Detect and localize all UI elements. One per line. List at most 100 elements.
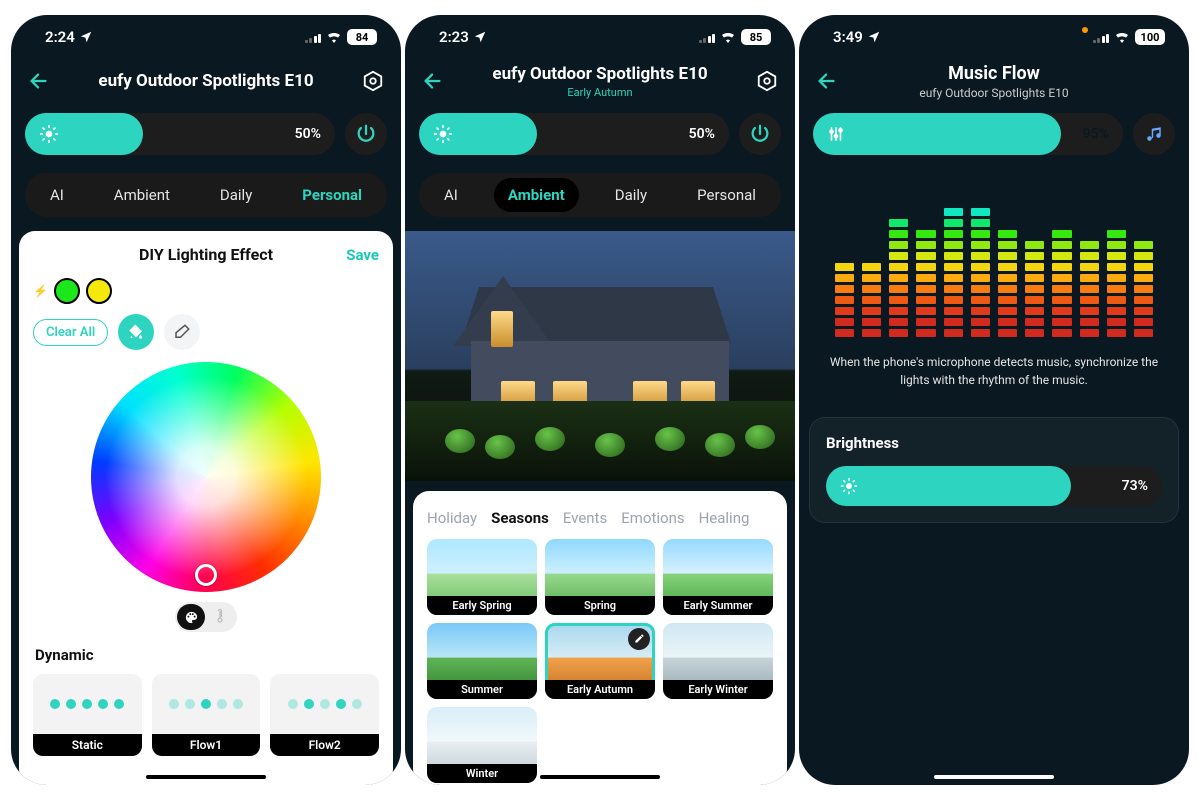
status-bar: 3:49 100 — [799, 15, 1189, 59]
arrow-left-icon — [422, 70, 444, 92]
dynamic-label: Flow2 — [270, 734, 379, 756]
tab-ai[interactable]: AI — [430, 178, 472, 212]
color-handle[interactable] — [195, 564, 217, 586]
tab-ambient[interactable]: Ambient — [100, 178, 184, 212]
eq-bar — [1052, 230, 1071, 337]
dynamic-static[interactable]: Static — [33, 674, 142, 756]
preset-tab-seasons[interactable]: Seasons — [491, 509, 549, 527]
preset-winter[interactable]: Winter — [427, 707, 537, 783]
brightness-value: 50% — [295, 126, 321, 142]
home-indicator[interactable] — [146, 775, 266, 779]
preset-early-spring[interactable]: Early Spring — [427, 539, 537, 615]
tab-daily[interactable]: Daily — [601, 178, 661, 212]
tab-ai[interactable]: AI — [36, 178, 78, 212]
power-icon — [749, 123, 771, 145]
sliders-icon — [827, 125, 845, 143]
preset-tab-emotions[interactable]: Emotions — [621, 509, 684, 527]
brightness-card: Brightness 73% — [809, 417, 1179, 523]
mode-tabs: AI Ambient Daily Personal — [25, 173, 387, 217]
status-bar: 2:24 84 — [11, 15, 401, 59]
brightness-slider[interactable]: 50% — [419, 113, 729, 155]
color-swatch-green[interactable] — [54, 278, 80, 304]
paint-tool[interactable] — [118, 314, 154, 350]
brightness-row: 50% — [405, 103, 795, 169]
battery-icon: 85 — [741, 29, 771, 45]
clock: 2:23 — [439, 28, 469, 46]
edit-icon[interactable] — [628, 628, 650, 650]
home-indicator[interactable] — [934, 775, 1054, 779]
preset-early-summer[interactable]: Early Summer — [663, 539, 773, 615]
brightness-value: 73% — [1122, 478, 1148, 494]
tab-ambient[interactable]: Ambient — [494, 178, 579, 212]
tab-personal[interactable]: Personal — [288, 178, 376, 212]
preset-label: Early Winter — [663, 680, 773, 699]
preset-tab-holiday[interactable]: Holiday — [427, 509, 477, 527]
eq-bar — [1025, 241, 1044, 337]
preset-summer[interactable]: Summer — [427, 623, 537, 699]
sensitivity-slider[interactable]: 95% — [813, 113, 1123, 155]
page-subtitle: eufy Outdoor Spotlights E10 — [841, 86, 1147, 100]
color-swatch-yellow[interactable] — [86, 278, 112, 304]
tab-personal[interactable]: Personal — [683, 178, 770, 212]
preset-label: Early Summer — [663, 596, 773, 615]
preset-early-winter[interactable]: Early Winter — [663, 623, 773, 699]
mic-indicator-icon — [1082, 27, 1088, 33]
preset-spring[interactable]: Spring — [545, 539, 655, 615]
page-title: Music Flow — [841, 63, 1147, 84]
settings-button[interactable] — [753, 67, 781, 95]
dynamic-label: Flow1 — [152, 734, 261, 756]
cellular-icon — [699, 32, 716, 43]
save-button[interactable]: Save — [346, 246, 379, 264]
dynamic-label: Dynamic — [35, 646, 379, 664]
color-wheel[interactable] — [91, 362, 321, 592]
music-source-button[interactable] — [1133, 113, 1175, 155]
settings-button[interactable] — [359, 67, 387, 95]
eraser-tool[interactable] — [164, 314, 200, 350]
cellular-icon — [305, 32, 322, 43]
wifi-icon — [326, 31, 342, 43]
spacer — [1147, 67, 1175, 95]
tab-daily[interactable]: Daily — [206, 178, 266, 212]
eq-bar — [998, 230, 1017, 337]
palette-icon — [177, 604, 205, 630]
header: eufy Outdoor Spotlights E10 Early Autumn — [405, 59, 795, 103]
wifi-icon — [1114, 31, 1130, 43]
diy-card: DIY Lighting Effect Save ⚡ Clear All — [19, 231, 393, 785]
clear-all-button[interactable]: Clear All — [33, 319, 108, 346]
preset-label: Winter — [427, 764, 537, 783]
sun-icon — [39, 124, 59, 144]
level-value: 95% — [1083, 126, 1109, 142]
power-button[interactable] — [739, 113, 781, 155]
screen-music-flow: 3:49 100 Music Flow eufy Outdoor Spotlig… — [799, 15, 1189, 785]
preset-label: Early Autumn — [545, 680, 655, 699]
hex-gear-icon — [362, 70, 384, 92]
wifi-icon — [720, 31, 736, 43]
preset-early-autumn[interactable]: Early Autumn — [545, 623, 655, 699]
back-button[interactable] — [419, 67, 447, 95]
arrow-left-icon — [28, 70, 50, 92]
house-preview — [405, 231, 795, 481]
description: When the phone's microphone detects musi… — [799, 353, 1189, 389]
music-note-icon — [1145, 125, 1163, 143]
hex-gear-icon — [756, 70, 778, 92]
power-button[interactable] — [345, 113, 387, 155]
eq-bar — [1080, 241, 1099, 337]
back-button[interactable] — [813, 67, 841, 95]
preset-tab-events[interactable]: Events — [563, 509, 607, 527]
arrow-left-icon — [816, 70, 838, 92]
preset-label: Summer — [427, 680, 537, 699]
location-icon — [867, 30, 881, 44]
dynamic-flow1[interactable]: Flow1 — [152, 674, 261, 756]
home-indicator[interactable] — [540, 775, 660, 779]
dynamic-flow2[interactable]: Flow2 — [270, 674, 379, 756]
page-title: eufy Outdoor Spotlights E10 — [53, 71, 359, 91]
color-temp-toggle[interactable] — [175, 602, 237, 632]
eq-bar — [916, 230, 935, 337]
preset-tab-healing[interactable]: Healing — [699, 509, 750, 527]
preset-category-tabs: Holiday Seasons Events Emotions Healing — [427, 509, 773, 527]
back-button[interactable] — [25, 67, 53, 95]
bolt-icon: ⚡ — [33, 284, 48, 298]
screen-personal: 2:24 84 eufy Outdoor Spotlights E10 50% — [11, 15, 401, 785]
brightness-slider[interactable]: 73% — [826, 466, 1162, 506]
brightness-slider[interactable]: 50% — [25, 113, 335, 155]
